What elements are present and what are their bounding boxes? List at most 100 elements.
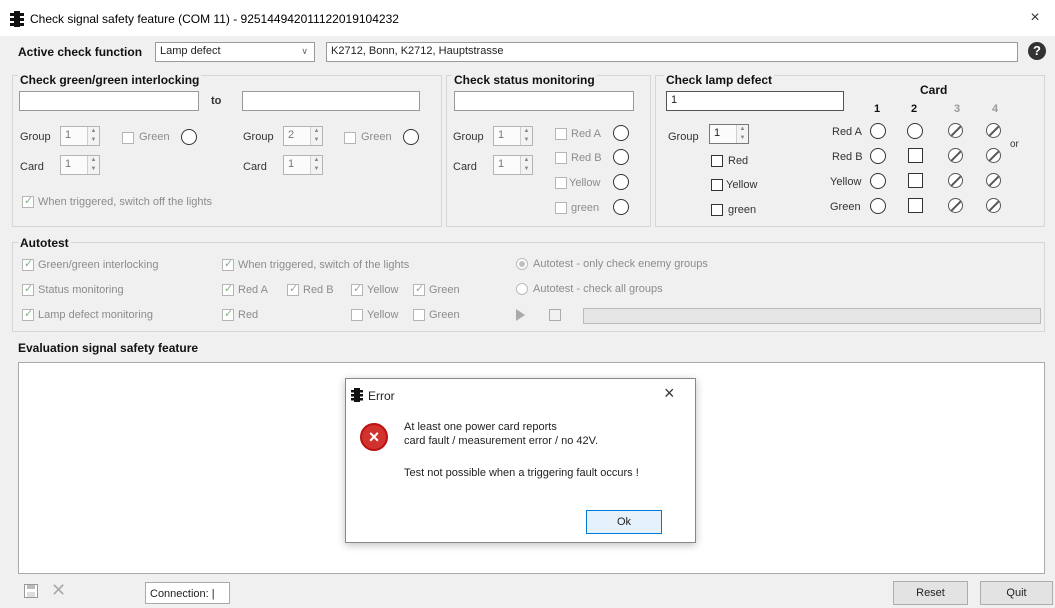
dialog-line1: At least one power card reports <box>404 421 557 433</box>
status-red-a-label: Red A <box>571 128 601 140</box>
at-red-a-checkbox[interactable] <box>222 282 234 296</box>
lamp-group-spin[interactable]: 1 ▲ ▼ <box>709 124 749 144</box>
at-gg-checkbox[interactable] <box>22 257 34 271</box>
card1-red-b-lamp <box>870 148 886 164</box>
at-radio-all-label: Autotest - check all groups <box>533 283 663 295</box>
card3-red-b-disabled-icon <box>948 148 963 163</box>
row-red-a-label: Red A <box>832 126 862 138</box>
lamp-group-label: Group <box>668 131 699 143</box>
reset-button[interactable]: Reset <box>893 581 968 605</box>
gg-from-input[interactable] <box>19 91 199 111</box>
gg-title: Check green/green interlocking <box>18 73 202 87</box>
dialog-line3: Test not possible when a triggering faul… <box>404 467 639 479</box>
at-lamp-label: Lamp defect monitoring <box>38 309 153 321</box>
gg-right-card-spin[interactable]: 1 ▲ ▼ <box>283 155 323 175</box>
disconnect-icon[interactable]: ✕ <box>51 580 66 601</box>
gg-to-label: to <box>211 95 222 107</box>
help-icon[interactable]: ? <box>1028 42 1046 60</box>
row-green-label: Green <box>830 201 861 213</box>
at-green-checkbox[interactable] <box>413 282 425 296</box>
at-radio-enemy-label: Autotest - only check enemy groups <box>533 258 708 270</box>
status-red-b-checkbox[interactable] <box>555 152 567 164</box>
active-check-value: Lamp defect <box>160 45 221 57</box>
active-check-label: Active check function <box>18 45 143 59</box>
gg-right-card-value: 1 <box>288 158 295 170</box>
gg-left-group-value: 1 <box>65 129 72 141</box>
gg-left-green-label: Green <box>139 131 170 143</box>
at-green2-checkbox[interactable] <box>413 309 425 321</box>
at-yellow2-label: Yellow <box>367 309 399 321</box>
at-red-checkbox[interactable] <box>222 307 234 321</box>
at-yellow2-checkbox[interactable] <box>351 309 363 321</box>
status-red-a-lamp <box>613 125 629 141</box>
at-lamp-checkbox[interactable] <box>22 307 34 321</box>
close-icon[interactable]: × <box>1023 6 1047 30</box>
gg-left-card-spin[interactable]: 1 ▲ ▼ <box>60 155 100 175</box>
traffic-light-icon <box>10 11 24 27</box>
status-yellow-checkbox[interactable] <box>555 177 567 189</box>
card2-red-a-lamp <box>907 123 923 139</box>
gg-left-card-label: Card <box>20 161 44 173</box>
eval-title: Evaluation signal safety feature <box>18 341 199 355</box>
at-red-b-label: Red B <box>303 284 334 296</box>
gg-right-green-checkbox[interactable] <box>344 132 356 144</box>
chevron-down-icon: ∨ <box>301 46 308 56</box>
at-red-b-checkbox[interactable] <box>287 282 299 296</box>
gg-switch-off-label: When triggered, switch off the lights <box>38 196 213 208</box>
play-icon[interactable] <box>516 309 525 321</box>
at-switch-checkbox[interactable] <box>222 257 234 271</box>
autotest-title: Autotest <box>18 236 71 250</box>
gg-right-group-value: 2 <box>288 129 295 141</box>
lamp-yellow-label: Yellow <box>726 179 758 191</box>
card2-yellow-box <box>908 173 923 188</box>
gg-switch-off-checkbox[interactable] <box>22 194 34 208</box>
status-card-label: Card <box>453 161 477 173</box>
at-radio-enemy[interactable] <box>516 258 528 270</box>
status-input[interactable] <box>454 91 634 111</box>
lamp-red-checkbox[interactable] <box>711 155 723 167</box>
dialog-title: Error <box>368 389 395 403</box>
gg-right-card-label: Card <box>243 161 267 173</box>
status-red-a-checkbox[interactable] <box>555 128 567 140</box>
status-green-checkbox[interactable] <box>555 202 567 214</box>
lamp-input[interactable]: 1 <box>666 91 844 111</box>
row-red-b-label: Red B <box>832 151 863 163</box>
dialog-close-icon[interactable]: × <box>664 383 675 404</box>
active-check-select[interactable]: Lamp defect ∨ <box>155 42 315 62</box>
status-group-value: 1 <box>498 129 505 141</box>
at-yellow-checkbox[interactable] <box>351 282 363 296</box>
gg-left-group-spin[interactable]: 1 ▲ ▼ <box>60 126 100 146</box>
at-radio-all[interactable] <box>516 283 528 295</box>
status-group-label: Group <box>453 131 484 143</box>
card-number-1: 1 <box>874 103 881 115</box>
lamp-red-label: Red <box>728 155 749 167</box>
ok-button[interactable]: Ok <box>586 510 662 534</box>
lamp-yellow-checkbox[interactable] <box>711 179 723 191</box>
traffic-light-icon <box>351 388 363 402</box>
save-icon[interactable] <box>24 584 38 598</box>
status-green-lamp <box>613 199 629 215</box>
at-yellow-label: Yellow <box>367 284 399 296</box>
gg-right-group-spin[interactable]: 2 ▲ ▼ <box>283 126 323 146</box>
card2-green-box <box>908 198 923 213</box>
status-card-spin[interactable]: 1 ▲ ▼ <box>493 155 533 175</box>
gg-right-green-label: Green <box>361 131 392 143</box>
stop-icon[interactable] <box>549 309 561 321</box>
location-field[interactable]: K2712, Bonn, K2712, Hauptstrasse <box>326 42 1018 62</box>
connection-label: Connection: <box>150 588 209 600</box>
card1-red-a-lamp <box>870 123 886 139</box>
connection-field: Connection: | <box>145 582 230 604</box>
gg-left-group-label: Group <box>20 131 51 143</box>
quit-button[interactable]: Quit <box>980 581 1053 605</box>
gg-left-green-checkbox[interactable] <box>122 132 134 144</box>
at-red-a-label: Red A <box>238 284 268 296</box>
at-gg-label: Green/green interlocking <box>38 259 159 271</box>
status-title: Check status monitoring <box>452 73 597 87</box>
gg-to-input[interactable] <box>242 91 420 111</box>
status-card-value: 1 <box>498 158 505 170</box>
status-group-spin[interactable]: 1 ▲ ▼ <box>493 126 533 146</box>
lamp-green-checkbox[interactable] <box>711 204 723 216</box>
status-red-b-lamp <box>613 149 629 165</box>
error-dialog: Error × × At least one power card report… <box>345 378 696 543</box>
at-status-checkbox[interactable] <box>22 282 34 296</box>
